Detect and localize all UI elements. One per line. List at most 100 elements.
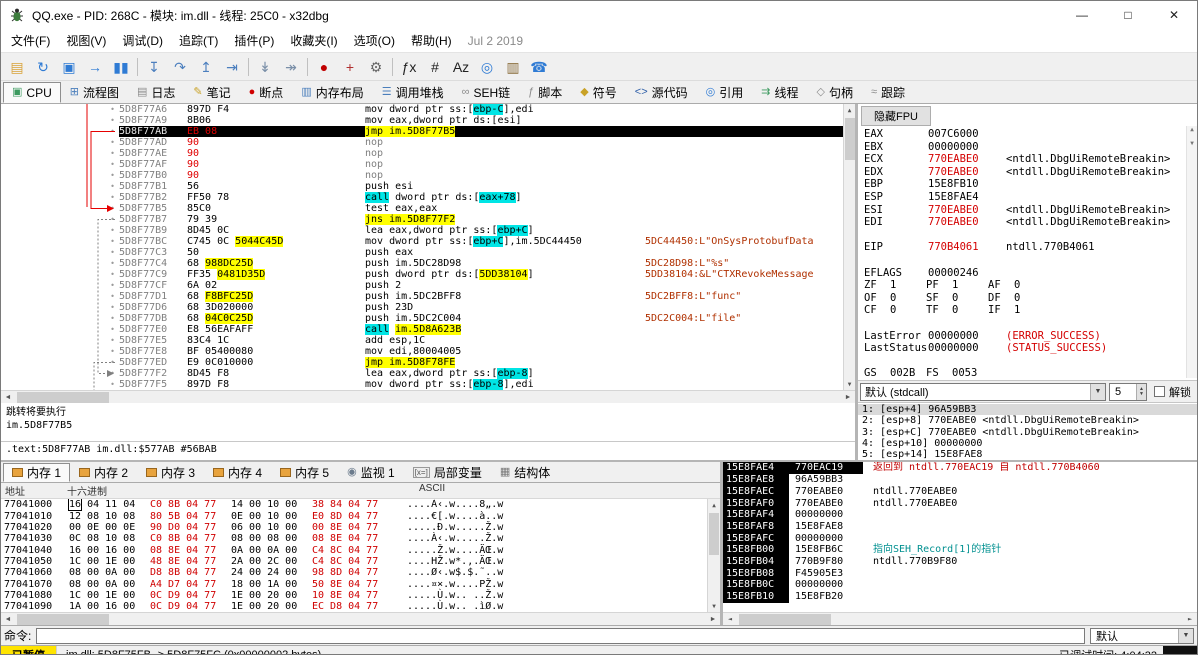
disassembly-vscrollbar[interactable]: ▲ ▼	[843, 104, 855, 390]
pause-button[interactable]: ▮▮	[108, 55, 134, 79]
disasm-row[interactable]: • 5D8F77B2 FF50 78 call dword ptr ds:[eax+7…	[1, 192, 843, 203]
tab-memory-0[interactable]: 内存 1	[3, 463, 71, 483]
disasm-row[interactable]: • 5D8F77B1 56 push esi	[1, 181, 843, 192]
scroll-up-icon[interactable]: ▲	[708, 499, 720, 511]
flag[interactable]: SF 0	[926, 292, 988, 305]
register-row[interactable]: EBX 00000000	[864, 141, 1197, 154]
breakpoint-dot-icon[interactable]: •	[110, 182, 115, 191]
breakpoint-dot-icon[interactable]: •	[110, 226, 115, 235]
registers-vscrollbar[interactable]: ▲ ▼	[1186, 126, 1197, 378]
register-row[interactable]: ECX 770EABE0 <ntdll.DbgUiRemoteBreakin>	[864, 153, 1197, 166]
scroll-thumb[interactable]	[709, 513, 719, 556]
disassembly-rows[interactable]: ▲ ▼ • 5D8F77A6 897D F4 mov dword ptr ss:[eb…	[1, 104, 855, 390]
memory-rows[interactable]: 77041000 16 04 11 04 C0 8B 04 77 14 00 10 0…	[1, 499, 707, 612]
scroll-left-icon[interactable]: ◄	[1, 394, 15, 401]
breakpoint-gutter[interactable]: •	[1, 368, 119, 379]
tab-memory-3[interactable]: 内存 4	[204, 463, 271, 482]
tab-seh[interactable]: ∞ SEH链	[453, 82, 520, 103]
disasm-row[interactable]: • 5D8F77C9 FF35 0481D35D push dword ptr ds:…	[1, 269, 843, 280]
register-row[interactable]: EDX 770EABE0 <ntdll.DbgUiRemoteBreakin>	[864, 166, 1197, 179]
command-input[interactable]	[36, 627, 1085, 644]
disasm-row[interactable]: • 5D8F77AE 90 nop	[1, 148, 843, 159]
minimize-button[interactable]: —	[1059, 1, 1105, 29]
breakpoint-gutter[interactable]: •	[1, 258, 119, 269]
breakpoint-dot-icon[interactable]: •	[110, 105, 115, 114]
tab-memory-1[interactable]: 内存 2	[70, 463, 137, 482]
tab-cpu[interactable]: ▣ CPU	[3, 82, 61, 103]
disassembly-hscrollbar[interactable]: ◄ ►	[1, 390, 855, 403]
breakpoint-dot-icon[interactable]: •	[110, 314, 115, 323]
breakpoint-gutter[interactable]: •	[1, 379, 119, 390]
scroll-left-icon[interactable]: ◄	[1, 616, 15, 623]
maximize-button[interactable]: □	[1105, 1, 1151, 29]
menu-item-7[interactable]: 帮助(H)	[403, 29, 460, 52]
disasm-row[interactable]: • 5D8F77AB EB 08 jmp im.5D8F77B5	[1, 126, 843, 137]
stack-row[interactable]: 15E8FAF8 15E8FAE8	[723, 520, 1197, 533]
disasm-row[interactable]: • 5D8F77D1 68 F8BFC25D push im.5DC2BFF8 5DC2…	[1, 291, 843, 302]
breakpoint-dot-icon[interactable]: •	[110, 380, 115, 389]
breakpoint-gutter[interactable]: •	[1, 137, 119, 148]
disasm-row[interactable]: • 5D8F77E0 E8 56EAFAFF call im.5D8A623B	[1, 324, 843, 335]
register-list[interactable]: EAX 007C6000 EBX 00000000 ECX 770EABE0 <ntdll.…	[858, 128, 1197, 380]
menu-item-6[interactable]: 选项(O)	[346, 29, 403, 52]
scroll-right-icon[interactable]: ►	[841, 394, 855, 401]
stack-hscrollbar[interactable]: ◄ ►	[723, 612, 1197, 626]
stop-button[interactable]: ▣	[56, 55, 82, 79]
breakpoint-dot-icon[interactable]: •	[110, 303, 115, 312]
breakpoint-dot-icon[interactable]: •	[110, 138, 115, 147]
flag[interactable]: IF 1	[988, 304, 1050, 317]
breakpoint-gutter[interactable]: •	[1, 324, 119, 335]
tab-trace[interactable]: ≈ 跟踪	[862, 82, 914, 103]
breakpoint-gutter[interactable]: •	[1, 159, 119, 170]
breakpoint-gutter[interactable]: •	[1, 181, 119, 192]
breakpoint-dot-icon[interactable]: •	[110, 292, 115, 301]
search-button[interactable]: ◎	[474, 55, 500, 79]
breakpoint-dot-icon[interactable]: •	[110, 237, 115, 246]
disasm-row[interactable]: • 5D8F77BC C745 0C 5044C45D mov dword ptr s…	[1, 236, 843, 247]
strings-az-button[interactable]: Az	[448, 55, 474, 79]
breakpoint-dot-icon[interactable]: •	[110, 204, 115, 213]
disasm-row[interactable]: • 5D8F77B0 90 nop	[1, 170, 843, 181]
hide-fpu-button[interactable]: 隐藏FPU	[861, 106, 931, 126]
scroll-right-icon[interactable]: ►	[1183, 615, 1197, 623]
argument-row[interactable]: 4: [esp+10] 00000000	[858, 438, 1197, 449]
argument-row[interactable]: 2: [esp+8] 770EABE0 <ntdll.DbgUiRemoteBr…	[858, 415, 1197, 426]
disasm-row[interactable]: • 5D8F77B7 79 39 jns im.5D8F77F2	[1, 214, 843, 225]
disasm-row[interactable]: • 5D8F77E5 83C4 1C add esp,1C	[1, 335, 843, 346]
disasm-row[interactable]: • 5D8F77AF 90 nop	[1, 159, 843, 170]
register-row[interactable]: ESI 770EABE0 <ntdll.DbgUiRemoteBreakin>	[864, 204, 1197, 217]
breakpoint-dot-icon[interactable]: •	[110, 171, 115, 180]
flags-row[interactable]: ZF 1 PF 1 AF 0	[864, 279, 1197, 292]
scroll-left-icon[interactable]: ◄	[723, 615, 737, 623]
scroll-down-icon[interactable]: ▼	[844, 378, 855, 390]
breakpoint-dot-icon[interactable]: •	[110, 336, 115, 345]
breakpoint-gutter[interactable]: •	[1, 214, 119, 225]
breakpoint-gutter[interactable]: •	[1, 115, 119, 126]
breakpoint-gutter[interactable]: •	[1, 225, 119, 236]
spinner-arrows-icon[interactable]: ▲ ▼	[1136, 383, 1146, 400]
breakpoint-gutter[interactable]: •	[1, 236, 119, 247]
memory-row[interactable]: 77041090 1A 00 16 00 0C D9 04 77 1E 00 20 0…	[1, 601, 707, 612]
chevron-down-icon[interactable]: ▼	[1090, 383, 1105, 400]
disasm-row[interactable]: • 5D8F77B9 8D45 0C lea eax,dword ptr ss:[eb…	[1, 225, 843, 236]
stack-row[interactable]: 15E8FB10 15E8FB20	[723, 591, 1197, 603]
register-row[interactable]: EFLAGS 00000246	[864, 267, 1197, 280]
flag[interactable]: AF 0	[988, 279, 1050, 292]
disasm-row[interactable]: • 5D8F77DB 68 04C0C25D push im.5DC2C004 5DC2…	[1, 313, 843, 324]
chevron-down-icon[interactable]: ▼	[1178, 628, 1193, 643]
breakpoint-gutter[interactable]: •	[1, 247, 119, 258]
breakpoint-gutter[interactable]: •	[1, 346, 119, 357]
flag[interactable]: GS 002B	[864, 367, 926, 380]
memory-hscrollbar[interactable]: ◄ ►	[1, 612, 720, 626]
breakpoint-gutter[interactable]: •	[1, 302, 119, 313]
arguments-pane[interactable]: 1: [esp+4] 96A59BB3 2: [esp+8] 770EABE0 <…	[858, 402, 1197, 461]
breakpoint-gutter[interactable]: •	[1, 357, 119, 368]
stack-row[interactable]: 15E8FAEC 770EABE0 ntdll.770EABE0	[723, 485, 1197, 498]
stack-row[interactable]: 15E8FAFC 00000000	[723, 532, 1197, 545]
memory-row[interactable]: 77041060 08 00 0A 00 D8 8B 04 77 24 00 24 0…	[1, 567, 707, 578]
menu-item-3[interactable]: 追踪(T)	[171, 29, 226, 52]
tab-symbols[interactable]: ◆ 符号	[571, 82, 625, 103]
memory-row[interactable]: 77041010 12 08 10 08 80 5B 04 77 0E 00 10 0…	[1, 511, 707, 522]
menu-item-2[interactable]: 调试(D)	[114, 29, 171, 52]
breakpoint-gutter[interactable]: •	[1, 104, 119, 115]
